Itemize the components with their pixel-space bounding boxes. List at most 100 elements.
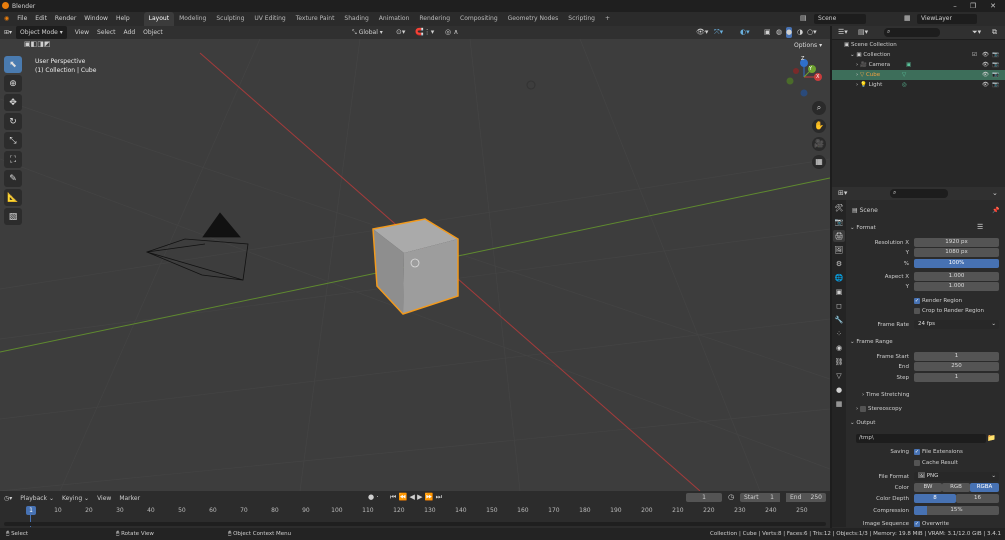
select-mode-icons[interactable]: ▣◧◨◩ [24,40,50,48]
scale-tool-icon[interactable]: ⤡ [4,132,22,149]
tab-compositing[interactable]: Compositing [455,12,503,26]
add-cube-tool-icon[interactable]: ▧ [4,208,22,225]
timeline-scrollbar[interactable] [4,522,826,526]
end-frame-field[interactable]: End 250 [786,493,826,502]
particles-tab-icon[interactable]: ⁘ [833,328,845,340]
grid-view-icon[interactable]: ▦ [812,155,826,169]
transform-orientation[interactable]: ⤡ Global ▾ [352,27,383,38]
camera-render-icon[interactable]: 📷 [992,60,999,70]
tab-scripting[interactable]: Scripting [563,12,600,26]
modifier-tab-icon[interactable]: 🔧 [833,314,845,326]
constraints-tab-icon[interactable]: ⛓ [833,356,845,368]
outliner-row-camera[interactable]: › 🎥 Camera ▣ 👁 📷 [832,60,1005,70]
tab-layout[interactable]: Layout [143,12,175,26]
proportional-edit-icon[interactable]: ◎ ∧ [445,27,458,38]
shading-wireframe-icon[interactable]: ◍ [776,27,782,38]
tab-uv-editing[interactable]: UV Editing [249,12,290,26]
rotate-tool-icon[interactable]: ↻ [4,113,22,130]
outliner-search-input[interactable]: ⌕ [884,28,940,37]
gizmo-toggle-icon[interactable]: ⤧▾ [714,27,723,38]
minimize-button[interactable]: – [946,0,964,12]
outliner-row-light[interactable]: › 💡 Light ◎ 👁 📷 [832,80,1005,90]
eye-icon[interactable]: 👁 [982,60,989,70]
scene-selector[interactable]: Scene [814,14,866,24]
xray-icon[interactable]: ▣ [764,27,771,38]
maximize-button[interactable]: ❐ [964,0,982,12]
properties-search-input[interactable]: ⌕ [890,189,948,198]
snap-icon[interactable]: 🧲⋮▾ [415,27,434,38]
object-tab-icon[interactable]: ◻ [833,300,845,312]
aspect-x-field[interactable]: 1.000 [914,272,999,281]
3d-viewport[interactable]: User Perspective (1) Collection | Cube O… [0,39,830,491]
scene-icon[interactable]: ▤ [800,14,807,22]
time-stretching-panel-header[interactable]: › Time Stretching [862,390,910,400]
resolution-y-field[interactable]: 1080 px [914,248,999,257]
menu-playback[interactable]: Playback ⌄ [16,492,58,505]
close-button[interactable]: ✕ [984,0,1002,12]
crop-region-checkbox[interactable]: Crop to Render Region [914,306,984,316]
physics-tab-icon[interactable]: ◉ [833,342,845,354]
cache-result-checkbox[interactable]: Cache Result [914,458,958,468]
view-layer-icon[interactable]: ▦ [904,14,911,22]
measure-tool-icon[interactable]: 📐 [4,189,22,206]
collection-tab-icon[interactable]: ▣ [833,286,845,298]
view-layer-tab-icon[interactable]: 🖼 [833,244,845,256]
aspect-y-field[interactable]: 1.000 [914,282,999,291]
outliner-editor-icon[interactable]: ☰▾ [838,28,848,36]
color-depth-8-button[interactable]: 8 [914,494,956,503]
eye-icon[interactable]: 👁 [982,70,989,80]
menu-timeline-view[interactable]: View [93,492,115,505]
tab-texture-paint[interactable]: Texture Paint [291,12,340,26]
new-collection-icon[interactable]: ⧉ [992,28,997,37]
tab-modeling[interactable]: Modeling [174,12,211,26]
resolution-x-field[interactable]: 1920 px [914,238,999,247]
file-format-dropdown[interactable]: 🖼 PNG ⌄ [914,472,999,481]
shading-material-icon[interactable]: ◑ [797,27,803,38]
material-tab-icon[interactable]: ● [833,384,845,396]
move-tool-icon[interactable]: ✥ [4,94,22,111]
tab-rendering[interactable]: Rendering [414,12,455,26]
scene-tab-icon[interactable]: ⚙ [833,258,845,270]
outliner-row-cube[interactable]: › ▽ Cube ▽ 👁 📷 [832,70,1005,80]
overlay-toggle-icon[interactable]: ◐▾ [740,27,750,38]
playhead[interactable]: 1 [26,506,36,515]
menu-marker[interactable]: Marker [115,492,144,505]
menu-object[interactable]: Object [139,26,167,39]
tab-geometry-nodes[interactable]: Geometry Nodes [503,12,564,26]
tool-tab-icon[interactable]: 🛠 [833,202,845,214]
menu-window[interactable]: Window [80,12,112,26]
menu-edit[interactable]: Edit [31,12,51,26]
output-path-input[interactable]: /tmp\ [856,434,986,443]
cursor-tool-icon[interactable]: ⊕ [4,75,22,92]
color-rgb-button[interactable]: RGB [942,483,970,492]
eye-icon[interactable]: 👁 [982,80,989,90]
outliner-row-scene-collection[interactable]: ▣ Scene Collection [832,40,1005,50]
zoom-icon[interactable]: ⌕ [812,101,826,115]
keyframe-record-icon[interactable]: ● · [368,493,379,501]
properties-options-icon[interactable]: ⌄ [992,189,998,197]
compression-slider[interactable]: 15% [914,506,999,515]
color-depth-16-button[interactable]: 16 [956,494,999,503]
annotate-tool-icon[interactable]: ✎ [4,170,22,187]
gizmo-x-label[interactable]: X [816,74,819,80]
shading-rendered-icon[interactable]: ○▾ [807,27,817,38]
properties-editor-icon[interactable]: ⊞▾ [838,189,847,197]
gizmo-y-label[interactable]: Y [809,66,812,72]
outliner-row-collection[interactable]: ⌄ ▣ Collection ☑ 👁 📷 [832,50,1005,60]
render-region-checkbox[interactable]: ✓ Render Region [914,296,962,306]
editor-type-icon[interactable]: ⊞▾ [0,26,16,39]
shading-solid-icon[interactable]: ● [786,27,793,38]
timeline-editor-icon[interactable]: ◷▾ [0,492,16,505]
tab-sculpting[interactable]: Sculpting [211,12,249,26]
select-tool-icon[interactable]: ⬉ [4,56,22,73]
blender-menu-icon[interactable]: ◉ [0,12,13,26]
menu-add[interactable]: Add [120,26,140,39]
menu-render[interactable]: Render [51,12,80,26]
data-tab-icon[interactable]: ▽ [833,370,845,382]
folder-icon[interactable]: 📁 [987,434,996,442]
mode-selector[interactable]: Object Mode ▾ [16,26,67,39]
start-frame-field[interactable]: Start 1 [740,493,780,502]
resolution-percent-slider[interactable]: 100% [914,259,999,268]
menu-keying[interactable]: Keying ⌄ [58,492,93,505]
tab-shading[interactable]: Shading [339,12,373,26]
